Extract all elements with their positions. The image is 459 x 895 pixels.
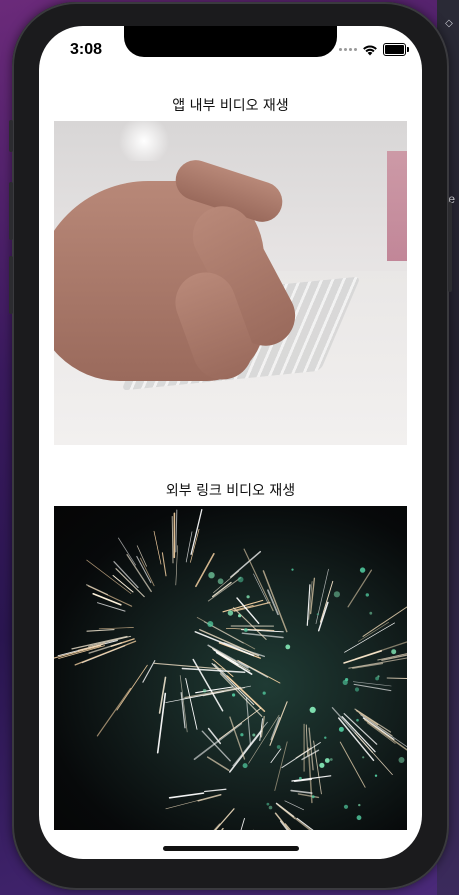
section-title-internal-video: 앱 내부 비디오 재생 <box>172 98 289 114</box>
volume-down-button <box>9 256 13 314</box>
battery-icon <box>383 43 409 56</box>
power-button <box>448 202 452 292</box>
home-indicator[interactable] <box>163 846 299 851</box>
fireworks-image <box>54 508 407 830</box>
external-video-player[interactable] <box>54 506 407 830</box>
wifi-icon <box>363 45 377 55</box>
section-title-external-video: 외부 링크 비디오 재생 <box>165 483 296 499</box>
phone-screen: 3:08 앱 내부 비디오 재생 외부 링크 비디오 재생 <box>39 26 422 859</box>
internal-video-player[interactable] <box>54 121 407 445</box>
cellular-signal-icon <box>339 48 357 51</box>
status-icons <box>339 43 409 56</box>
mute-switch <box>9 120 13 152</box>
notch <box>124 26 337 57</box>
status-time: 3:08 <box>70 41 103 58</box>
diamond-icon[interactable]: ◇ <box>443 18 455 30</box>
volume-up-button <box>9 182 13 240</box>
